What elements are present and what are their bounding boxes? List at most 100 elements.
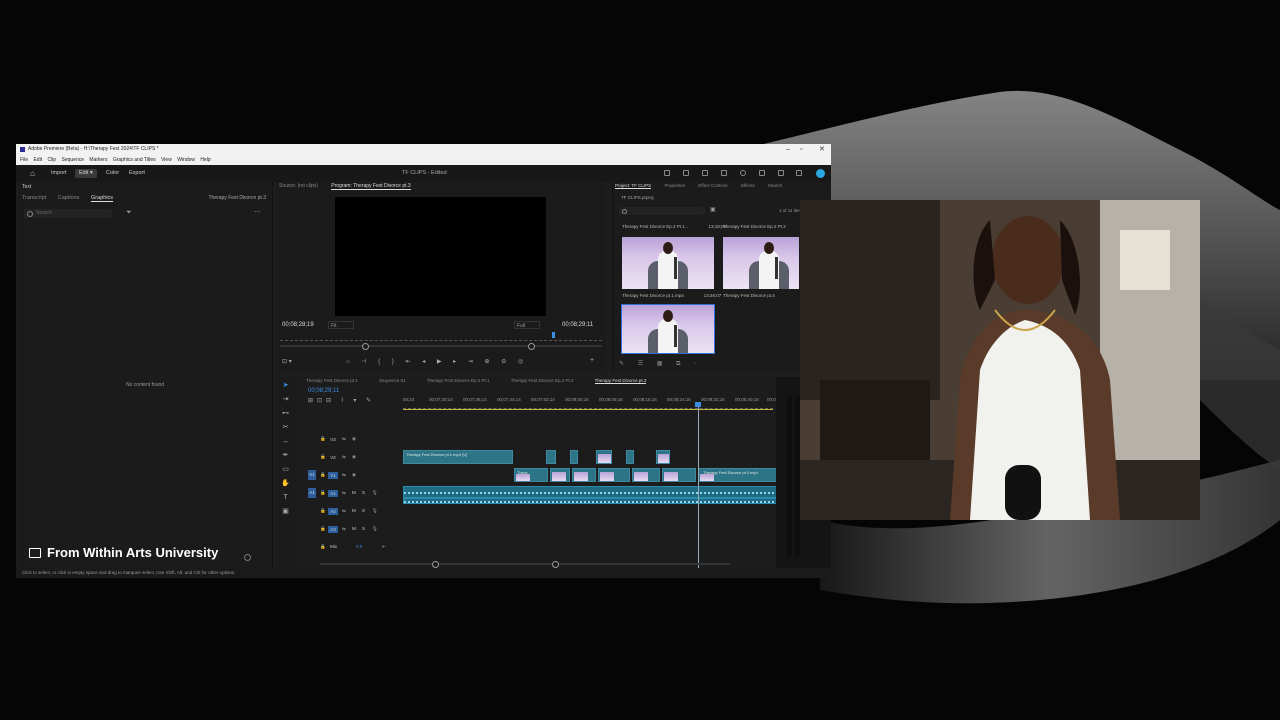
tab-sequence[interactable]: Therapy Fest Divorce Ep.2 Pt.2 [511, 378, 574, 383]
lock-icon[interactable]: 🔒 [320, 454, 326, 460]
lock-icon[interactable]: 🔒 [320, 436, 326, 442]
timeline-timecode[interactable]: 00;08;29;11 [308, 388, 339, 394]
project-search-input[interactable] [619, 207, 705, 215]
project-item-thumbnail-selected[interactable] [621, 304, 715, 354]
menu-edit[interactable]: Edit [33, 157, 42, 163]
minimize-button[interactable]: – [786, 144, 790, 155]
tab-graphics[interactable]: Graphics [91, 195, 114, 202]
tab-project[interactable]: Project: TF CLIPS [615, 183, 652, 189]
workspace-icon[interactable] [721, 170, 727, 176]
edit-tab[interactable]: Edit ▾ [75, 169, 97, 178]
clip-v2[interactable] [656, 450, 670, 464]
clip-v1[interactable] [632, 468, 660, 482]
add-button[interactable]: + [590, 357, 594, 364]
hand-tool-icon[interactable]: ✋ [281, 479, 290, 488]
rectangle-tool-icon[interactable]: ▭ [281, 465, 290, 474]
project-item-thumbnail[interactable] [622, 237, 714, 289]
tab-source[interactable]: Source: (no clips) [279, 183, 318, 189]
home-icon[interactable]: ⌂ [30, 165, 35, 182]
clip-v1[interactable]: Thera [514, 468, 548, 482]
tab-effect-controls[interactable]: Effect Controls [698, 183, 727, 188]
monitor-playhead[interactable] [552, 332, 555, 338]
user-avatar[interactable] [816, 169, 825, 178]
lock-icon[interactable]: 🔒 [320, 544, 326, 550]
sync-icon[interactable]: ⇆ [342, 454, 346, 460]
timeline-scroll-left-handle[interactable] [432, 561, 439, 568]
feedback-icon[interactable] [796, 170, 802, 176]
sync-icon[interactable]: ⇆ [342, 436, 346, 442]
search-icon[interactable] [740, 170, 746, 176]
scroll-handle-left[interactable] [362, 343, 369, 350]
clip-v2[interactable] [626, 450, 634, 464]
project-bottom-toolbar[interactable]: ✎ ☰ ▦ ⧉ ◦ [619, 360, 702, 368]
caption-tool-icon[interactable]: ▣ [281, 507, 290, 516]
source-patch-v1[interactable]: V1 [308, 470, 316, 480]
zoom-select[interactable]: Fit [328, 321, 354, 329]
menu-graphics[interactable]: Graphics and Titles [113, 157, 156, 163]
menu-clip[interactable]: Clip [47, 157, 56, 163]
tab-sequence[interactable]: Therapy Fest Divorce pt.1 [306, 378, 358, 383]
maximize-button[interactable]: ▫ [800, 144, 802, 155]
share-icon[interactable] [702, 170, 708, 176]
timeline-scrollbar[interactable] [320, 563, 730, 565]
menu-file[interactable]: File [20, 157, 28, 163]
clip-a1[interactable] [403, 486, 782, 498]
lock-icon[interactable]: 🔒 [320, 508, 326, 514]
zoom-handle[interactable] [244, 554, 251, 561]
lock-icon[interactable]: 🔒 [320, 472, 326, 478]
eye-icon[interactable]: ◉ [352, 436, 356, 442]
eye-icon[interactable]: ◉ [352, 454, 356, 460]
sync-icon[interactable]: ⇆ [342, 526, 346, 532]
mute-button[interactable]: M [352, 508, 356, 513]
playhead-timecode[interactable]: 00;08;28;19 [282, 322, 314, 328]
timeline-playhead[interactable] [698, 405, 699, 571]
source-patch-a1[interactable]: A1 [308, 488, 316, 498]
monitor-scrollbar[interactable] [280, 345, 602, 347]
slip-tool-icon[interactable]: ↔ [281, 437, 290, 446]
track-name[interactable]: A2 [328, 508, 338, 515]
more-icon[interactable]: ⋯ [254, 208, 261, 216]
clip-v2[interactable] [546, 450, 556, 464]
mic-icon[interactable]: 🎙 [372, 526, 378, 532]
clip-v2[interactable] [596, 450, 612, 464]
sync-icon[interactable]: ⇆ [342, 472, 346, 478]
clip-v1[interactable] [662, 468, 696, 482]
playhead-handle[interactable] [695, 402, 701, 407]
layout-icon[interactable] [664, 170, 670, 176]
settings-icon[interactable]: ⊡ ▾ [282, 358, 292, 365]
export-tab[interactable]: Export [129, 165, 145, 182]
mic-icon[interactable]: 🎙 [372, 508, 378, 514]
menu-help[interactable]: Help [200, 157, 210, 163]
clip-v1[interactable]: Therapy Fest Divorce pt.1.mp4 [698, 468, 782, 482]
eye-icon[interactable]: ◉ [352, 472, 356, 478]
work-area-bar[interactable] [403, 409, 773, 410]
sync-icon[interactable]: ⇆ [342, 508, 346, 514]
tab-captions[interactable]: Captions [58, 195, 80, 201]
text-search-input[interactable]: Search [24, 209, 112, 218]
menu-markers[interactable]: Markers [89, 157, 107, 163]
tab-properties[interactable]: Properties [664, 183, 685, 188]
track-name[interactable]: A1 [328, 490, 338, 497]
tab-transcript[interactable]: Transcript [22, 195, 46, 201]
bin-icon[interactable]: ▣ [710, 206, 716, 213]
clip-v1[interactable] [550, 468, 570, 482]
fullscreen-icon[interactable] [778, 170, 784, 176]
color-tab[interactable]: Color [106, 165, 119, 182]
menu-sequence[interactable]: Sequence [61, 157, 84, 163]
mix-value[interactable]: 0.0 [356, 544, 362, 549]
mic-icon[interactable]: 🎙 [372, 490, 378, 496]
timeline-tool-icons[interactable]: ⊞⊡⊟ ⌇ ▾ ✎ [308, 397, 375, 404]
clip-a1-lower[interactable] [403, 498, 782, 504]
lock-icon[interactable]: 🔒 [320, 490, 326, 496]
clip-v2-main[interactable]: Therapy Fest Divorce pt.1.mp4 [V] [403, 450, 513, 464]
tab-sequence[interactable]: Sequence 01 [379, 378, 406, 383]
timeline-scroll-right-handle[interactable] [552, 561, 559, 568]
mute-button[interactable]: M [352, 490, 356, 495]
track-name[interactable]: V3 [328, 436, 338, 443]
tab-sequence-active[interactable]: Therapy Fest Divorce pt.3 [594, 378, 647, 384]
close-button[interactable]: ✕ [819, 144, 825, 155]
solo-button[interactable]: S [362, 508, 365, 513]
ripple-edit-icon[interactable]: ⊷ [281, 409, 290, 418]
razor-tool-icon[interactable]: ✂ [281, 423, 290, 432]
mix-end-icon[interactable]: ⇤ [382, 544, 386, 550]
